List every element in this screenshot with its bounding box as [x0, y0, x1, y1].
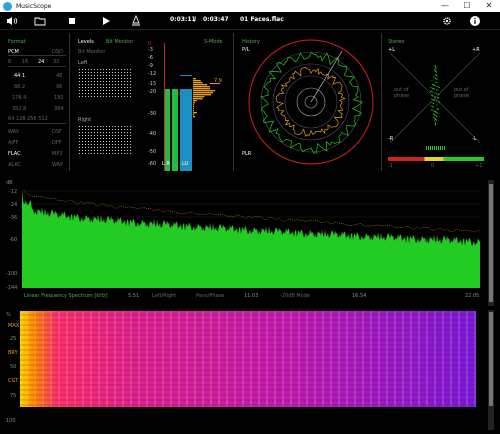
track-name: 01 Faces.flac: [240, 16, 284, 23]
red-marker: [164, 43, 165, 171]
x-tick-5: 5.51: [128, 293, 140, 299]
bit-16: 16: [22, 59, 29, 65]
s-mode-tab[interactable]: S-Mode: [204, 39, 223, 45]
spectrogram-25: 25: [10, 336, 17, 342]
level-scale-tick: -3: [148, 47, 153, 53]
corr-max: +1: [475, 163, 483, 169]
stereo-panel: Stereo +L +R -R -L out of phase out of p…: [384, 33, 487, 171]
correlation-trace: [426, 146, 446, 150]
loudness-peak: [180, 75, 192, 76]
x-tick-16: 16.54: [352, 293, 367, 299]
lr-label: L R: [162, 161, 170, 167]
rate-48: 48: [56, 73, 63, 79]
stereo-scope: [390, 53, 480, 143]
codec-flac: FLAC: [8, 151, 21, 157]
title-bar: MusicScope — ☐ ✕: [0, 0, 500, 12]
codec-dff: DFF: [52, 140, 62, 146]
spectrum-panel: dB -12 -24 -36 -60 -100 -144 Linear Freq…: [0, 180, 487, 302]
levels-title: Levels: [78, 39, 94, 45]
folder-icon[interactable]: [34, 15, 46, 27]
corr-mid: 0: [431, 163, 435, 169]
left-label: Left: [78, 60, 88, 66]
level-scale-tick: -20: [148, 89, 157, 95]
bit-24: 24: [38, 59, 45, 65]
history-panel: History P/L PLR: [236, 33, 382, 171]
codec-dsf: DSF: [52, 129, 62, 135]
x-tick-11: 11.03: [244, 293, 259, 299]
gear-icon[interactable]: [441, 15, 453, 27]
spectrogram-50: 50: [10, 364, 17, 370]
lu-label: LU: [182, 161, 189, 167]
codec-aiff: AIFF: [8, 140, 19, 146]
right-bit-grid: [78, 125, 132, 155]
codec-wav: WAV: [8, 129, 20, 135]
marker-icon[interactable]: [130, 14, 142, 27]
rate-96: 96: [56, 84, 63, 90]
spectrogram-100: 100: [6, 418, 16, 424]
history-radar: [248, 39, 374, 165]
left-bit-grid: [78, 68, 132, 98]
codec-mp3: MP3: [52, 151, 63, 157]
spectrogram-pct: %: [6, 312, 11, 318]
bit-32: 32: [53, 59, 60, 65]
rate-384: 384: [54, 106, 64, 112]
maximize-button[interactable]: ☐: [456, 0, 478, 12]
level-scale-tick: -60: [148, 161, 157, 167]
level-scale-tick: -30: [148, 111, 157, 117]
stop-icon[interactable]: [66, 15, 78, 27]
rate-352: 352.8: [12, 106, 27, 112]
rate-88: 88.2: [14, 84, 26, 90]
play-icon[interactable]: [100, 15, 112, 27]
mode-left-right[interactable]: Left/Right: [152, 293, 176, 299]
elapsed-time: 0:03:11: [170, 16, 196, 23]
close-button[interactable]: ✕: [478, 0, 500, 12]
right-label: Right: [78, 117, 92, 123]
format-panel: Format PCM DSD 8 16 24 32 44.1 48 88.2 9…: [0, 33, 70, 171]
level-scale-tick: -50: [148, 149, 157, 155]
level-scale-tick: -6: [148, 55, 153, 61]
level-scale-tick: -9: [148, 63, 153, 69]
stereo-title: Stereo: [388, 39, 405, 45]
total-time: 0:03:47: [203, 16, 229, 23]
rate-176: 176.4: [12, 95, 27, 101]
dsd-rates: 64 128 256 512: [8, 116, 48, 122]
corr-min: -1: [388, 163, 393, 169]
spectrum-scrollbar[interactable]: [488, 180, 494, 306]
toolbar: 0:03:11 / 0:03:47 01 Faces.flac: [0, 12, 500, 30]
volume-icon[interactable]: [6, 15, 18, 27]
spectrogram-cgt: CGT: [8, 378, 19, 384]
time-separator: /: [194, 16, 197, 23]
correlation-meter: [388, 157, 484, 161]
info-icon[interactable]: [469, 15, 481, 27]
spectrogram-scrollbar[interactable]: [488, 310, 494, 430]
mode-pans-phase[interactable]: Pans/Phase: [196, 293, 224, 299]
spectrum-plot: [22, 189, 481, 288]
level-scale-tick: -40: [148, 131, 157, 137]
spectrum-title: Linear Frequency Spectrum [kHz]: [24, 293, 108, 299]
mode-20db[interactable]: -20dB Mode: [280, 293, 310, 299]
loudness-bar: [180, 89, 192, 171]
bit-8: 8: [8, 59, 12, 65]
minimize-button[interactable]: —: [434, 0, 456, 12]
spectrogram-75: 75: [10, 393, 17, 399]
level-scale-tick: -15: [148, 81, 157, 87]
rate-192: 192: [54, 95, 64, 101]
rate-44: 44.1: [14, 73, 26, 79]
spectrogram-bry: BRY: [8, 350, 18, 356]
bit-monitor-tab[interactable]: Bit Monitor: [106, 39, 133, 45]
app-icon: [3, 1, 12, 11]
level-histogram: [193, 78, 215, 118]
window-title: MusicScope: [16, 2, 52, 10]
x-tick-22: 22.05: [465, 293, 480, 299]
codec-wap: WAP: [52, 162, 64, 168]
spectrogram-max: MAX: [8, 323, 20, 329]
bit-monitor-label: Bit Monitor: [78, 49, 106, 55]
levels-panel: Levels Bit Monitor Bit Monitor Left Righ…: [72, 33, 234, 171]
format-title: Format: [8, 39, 26, 45]
codec-alac: ALAC: [8, 162, 22, 168]
right-level-bar: [172, 89, 178, 171]
level-scale-tick: -12: [148, 71, 157, 77]
